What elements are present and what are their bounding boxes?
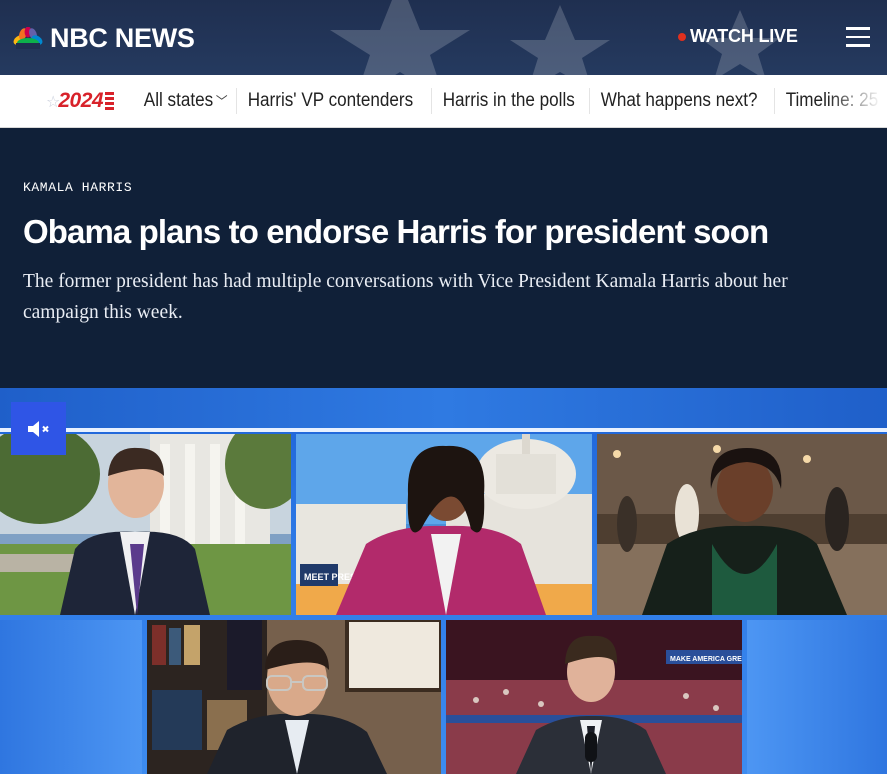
election-2024-badge[interactable]: ☆ 2024 xyxy=(46,88,115,114)
nbc-news-logo[interactable]: NBC NEWS xyxy=(11,22,195,54)
mute-toggle-button[interactable] xyxy=(11,402,66,455)
video-tile-anchor-capitol: MEET PRESS xyxy=(296,434,592,615)
video-tile-blue-right xyxy=(747,620,887,774)
video-tile-rally: MAKE AMERICA GRE xyxy=(446,620,742,774)
flag-stripes-icon xyxy=(105,92,115,110)
article-eyebrow[interactable]: KAMALA HARRIS xyxy=(23,180,132,195)
article-headline: Obama plans to endorse Harris for presid… xyxy=(23,213,769,250)
video-tile-blue-left xyxy=(0,620,142,774)
subnav-item-what-happens-next[interactable]: What happens next? xyxy=(588,88,768,114)
make-america-great-sign: MAKE AMERICA GRE xyxy=(670,656,742,663)
video-tile-white-house xyxy=(0,434,291,615)
hamburger-menu-icon[interactable] xyxy=(846,27,870,47)
brand-wordmark: NBC NEWS xyxy=(50,22,195,53)
speaker-muted-icon xyxy=(27,420,49,437)
subnav-item-label: Harris' VP contenders xyxy=(247,90,414,111)
subnav-item-vp-contenders[interactable]: Harris' VP contenders xyxy=(236,88,424,114)
subnav-items: All states ﹀ Harris' VP contenders Harris… xyxy=(133,75,887,127)
watch-live-label: WATCH LIVE xyxy=(690,26,798,46)
election-subnav: ☆ 2024 All states ﹀ Harris' VP contenders… xyxy=(0,75,887,128)
video-player[interactable]: MEET PRESS MAKE AMERICA GRE xyxy=(0,388,887,774)
site-header: NBC NEWS WATCH LIVE xyxy=(0,0,887,75)
subnav-item-label: All states xyxy=(143,90,214,111)
subnav-item-label: What happens next? xyxy=(600,90,758,111)
subnav-item-harris-polls[interactable]: Harris in the polls xyxy=(430,88,586,114)
video-tile-convention-hall xyxy=(597,434,887,615)
watch-live-button[interactable]: WATCH LIVE xyxy=(678,26,798,47)
video-band-line xyxy=(0,428,887,432)
subnav-fade xyxy=(827,75,887,127)
subnav-item-all-states[interactable]: All states ﹀ xyxy=(133,88,238,114)
badge-year: 2024 xyxy=(58,89,104,112)
chevron-down-icon: ﹀ xyxy=(215,94,228,109)
video-top-band xyxy=(0,388,887,430)
article-hero: KAMALA HARRIS Obama plans to endorse Har… xyxy=(0,128,887,388)
live-dot-icon xyxy=(678,32,686,41)
article-dek: The former president has had multiple co… xyxy=(23,271,788,323)
video-tile-bookshelf-guest xyxy=(147,620,441,774)
subnav-item-label: Harris in the polls xyxy=(442,90,575,111)
peacock-icon xyxy=(13,27,43,49)
